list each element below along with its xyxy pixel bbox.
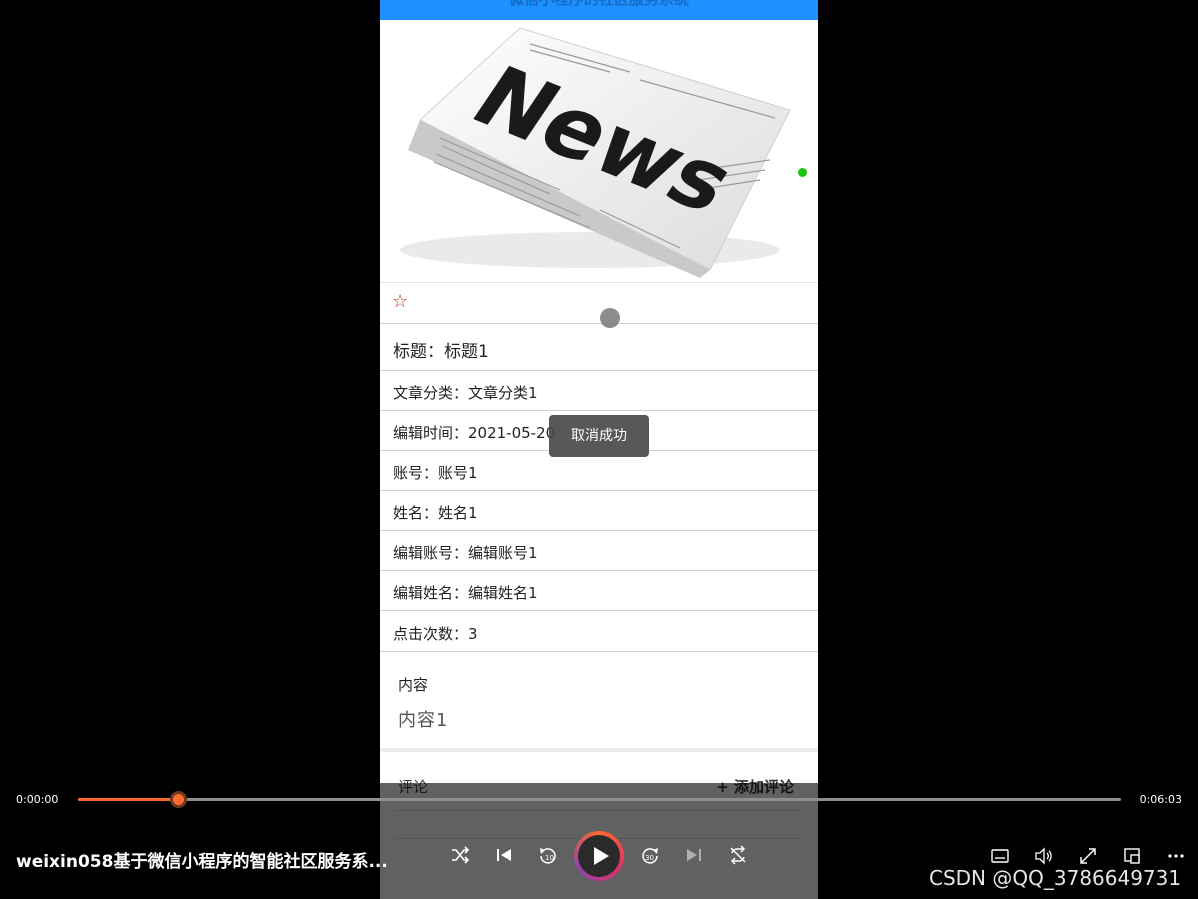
next-icon[interactable] — [682, 845, 706, 869]
svg-text:10: 10 — [545, 854, 554, 862]
detail-editor-name-row: 编辑姓名：编辑姓名1 — [380, 571, 818, 611]
content-section: 内容 内容1 — [380, 652, 818, 748]
progress-fill — [78, 798, 179, 801]
detail-title: 标题：标题1 — [393, 342, 489, 362]
detail-category: 文章分类：文章分类1 — [393, 384, 538, 402]
progress-thumb[interactable] — [170, 791, 188, 808]
app-header: 微信小程序的社区服务系统 — [380, 0, 818, 20]
progress-track[interactable] — [78, 791, 1121, 808]
shuffle-icon[interactable] — [448, 845, 472, 869]
detail-clicks: 点击次数：3 — [393, 625, 478, 643]
favorite-row: ☆ — [380, 282, 818, 324]
touch-cursor — [600, 308, 620, 328]
toast-message: 取消成功 — [549, 415, 649, 457]
repeat-off-icon[interactable] — [726, 845, 750, 869]
news-newspaper-illustration: News — [400, 27, 791, 278]
app-header-title: 微信小程序的社区服务系统 — [380, 0, 818, 9]
detail-editor-account-row: 编辑账号：编辑账号1 — [380, 531, 818, 571]
status-dot — [798, 168, 807, 177]
content-value: 内容1 — [398, 710, 449, 731]
detail-name-row: 姓名：姓名1 — [380, 491, 818, 531]
previous-icon[interactable] — [492, 845, 516, 869]
detail-category-row: 文章分类：文章分类1 — [380, 371, 818, 411]
news-hero-image: News — [380, 20, 818, 282]
detail-editor-account: 编辑账号：编辑账号1 — [393, 544, 538, 562]
forward-30-icon[interactable]: 30 — [638, 845, 662, 869]
svg-text:30: 30 — [645, 854, 654, 862]
content-label: 内容 — [398, 676, 429, 694]
csdn-watermark: CSDN @QQ_3786649731 — [929, 866, 1182, 890]
play-button[interactable] — [574, 831, 624, 881]
detail-name: 姓名：姓名1 — [393, 504, 478, 522]
detail-clicks-row: 点击次数：3 — [380, 611, 818, 652]
detail-editor-name: 编辑姓名：编辑姓名1 — [393, 584, 538, 602]
detail-account: 账号：账号1 — [393, 464, 478, 482]
star-outline-icon[interactable]: ☆ — [392, 292, 408, 312]
rewind-10-icon[interactable]: 10 — [536, 845, 560, 869]
video-title: weixin058基于微信小程序的智能社区服务系... — [16, 852, 388, 872]
play-icon — [594, 847, 609, 865]
detail-edit-time: 编辑时间：2021-05-20 — [393, 424, 556, 442]
detail-account-row: 账号：账号1 — [380, 451, 818, 491]
total-time: 0:06:03 — [1139, 793, 1182, 806]
detail-title-row: 标题：标题1 — [380, 322, 818, 371]
current-time: 0:00:00 — [16, 793, 59, 806]
